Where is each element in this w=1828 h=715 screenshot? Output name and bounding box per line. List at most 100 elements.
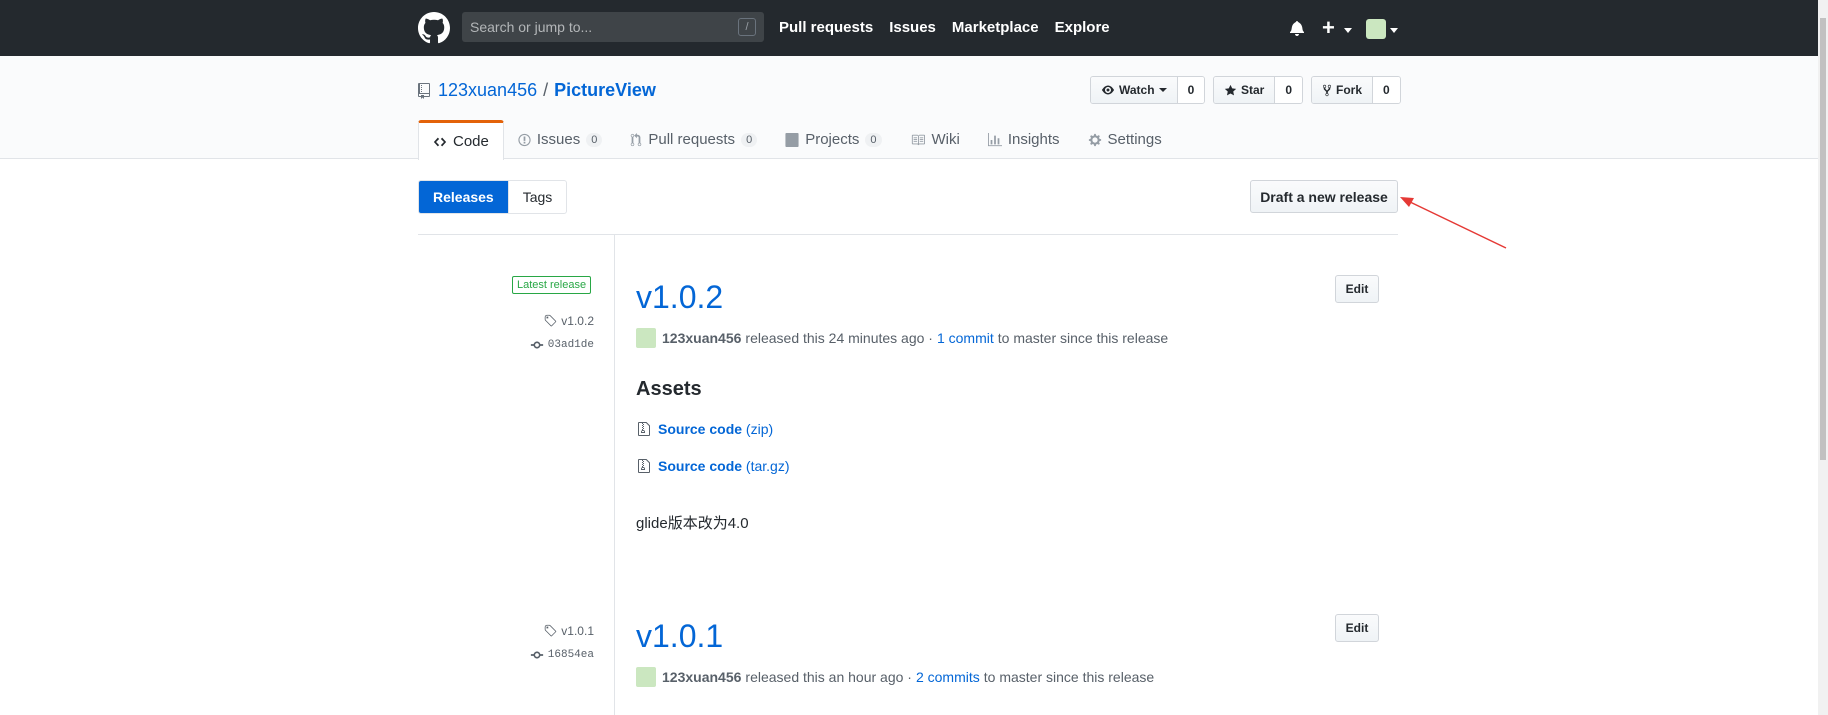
author-avatar[interactable] (636, 328, 656, 348)
release-commit[interactable]: 16854ea (530, 648, 594, 662)
tab-insights-label: Insights (1007, 131, 1060, 148)
tags-tab[interactable]: Tags (507, 181, 567, 213)
repo-header: 123xuan456 / PictureView Watch 0 Star 0 … (0, 56, 1818, 160)
asset-targz-ext: (tar.gz) (745, 458, 790, 474)
release-commit-sha: 03ad1de (547, 339, 594, 351)
eye-icon (1102, 85, 1114, 95)
project-icon (785, 132, 799, 147)
search-box[interactable]: / (462, 12, 764, 42)
edit-release-button[interactable]: Edit (1335, 275, 1379, 303)
tab-pull-requests-label: Pull requests (648, 131, 736, 148)
repo-nav: Code Issues 0 Pull requests 0 Projects 0… (418, 120, 1176, 160)
gear-icon (1088, 133, 1101, 146)
assets-heading: Assets (636, 378, 702, 400)
release-title[interactable]: v1.0.1 (636, 618, 723, 655)
asset-zip-name: Source code (658, 421, 743, 437)
star-icon (1224, 84, 1237, 95)
star-label: Star (1241, 83, 1265, 97)
tab-issues[interactable]: Issues 0 (504, 120, 616, 159)
tab-projects-label: Projects (805, 131, 860, 148)
repo-name-link[interactable]: PictureView (554, 80, 656, 101)
repo-icon (418, 82, 430, 99)
slash-shortcut-key: / (738, 18, 756, 36)
asset-zip[interactable]: Source code (zip) (638, 421, 773, 437)
asset-targz[interactable]: Source code (tar.gz) (638, 458, 790, 474)
repo-owner-link[interactable]: 123xuan456 (438, 80, 537, 101)
annotation-arrow-icon (1400, 197, 1507, 249)
notifications-bell-icon[interactable] (1290, 20, 1304, 36)
release-tag-label: v1.0.1 (561, 624, 594, 638)
release-author[interactable]: 123xuan456 (662, 330, 741, 346)
release-byline: 123xuan456 released this 24 minutes ago … (636, 328, 1168, 348)
tab-wiki-label: Wiki (931, 131, 960, 148)
user-avatar[interactable] (1366, 19, 1386, 39)
code-icon (433, 137, 447, 146)
fork-button[interactable]: Fork (1312, 77, 1374, 103)
release-author[interactable]: 123xuan456 (662, 669, 741, 685)
release-tag[interactable]: v1.0.1 (543, 624, 594, 638)
nav-issues[interactable]: Issues (889, 19, 936, 36)
book-icon (911, 134, 925, 145)
repo-title: 123xuan456 / PictureView (418, 80, 656, 101)
tab-projects-counter: 0 (865, 132, 882, 147)
fork-label: Fork (1336, 83, 1363, 97)
top-nav: Pull requests Issues Marketplace Explore (779, 19, 1110, 36)
watch-caret-icon (1158, 88, 1167, 92)
tab-issues-label: Issues (536, 131, 581, 148)
fork-group: Fork 0 (1311, 76, 1401, 104)
nav-pull-requests[interactable]: Pull requests (779, 19, 873, 36)
releases-divider (418, 234, 1398, 235)
releases-subnav: Releases Tags (418, 180, 568, 214)
asset-targz-name: Source code (658, 458, 743, 474)
fork-icon (1322, 84, 1332, 96)
search-input[interactable] (462, 12, 764, 42)
commits-link[interactable]: 1 commit (937, 330, 994, 346)
tab-projects[interactable]: Projects 0 (771, 120, 895, 159)
tab-pull-requests-counter: 0 (741, 132, 758, 147)
tab-wiki[interactable]: Wiki (896, 120, 974, 159)
author-avatar[interactable] (636, 667, 656, 687)
star-button[interactable]: Star (1214, 77, 1276, 103)
tab-code-label: Code (453, 133, 489, 150)
commits-link[interactable]: 2 commits (916, 669, 980, 685)
tab-pull-requests[interactable]: Pull requests 0 (616, 120, 771, 159)
file-zip-icon (638, 459, 650, 473)
tag-icon (545, 314, 557, 327)
tab-insights[interactable]: Insights (974, 120, 1074, 159)
create-new-plus-icon[interactable]: + (1322, 15, 1335, 41)
create-caret-icon[interactable] (1344, 28, 1352, 33)
star-group: Star 0 (1213, 76, 1304, 104)
nav-marketplace[interactable]: Marketplace (952, 19, 1039, 36)
draft-new-release-button[interactable]: Draft a new release (1250, 180, 1398, 213)
star-count[interactable]: 0 (1275, 77, 1303, 103)
watch-count[interactable]: 0 (1177, 77, 1205, 103)
tab-settings-label: Settings (1107, 131, 1162, 148)
release-tag[interactable]: v1.0.2 (543, 314, 594, 328)
pull-request-icon (631, 132, 642, 146)
fork-count[interactable]: 0 (1373, 77, 1400, 103)
release-commit[interactable]: 03ad1de (530, 338, 594, 352)
release-title[interactable]: v1.0.2 (636, 279, 723, 316)
issue-opened-icon (518, 133, 531, 146)
nav-explore[interactable]: Explore (1055, 19, 1110, 36)
release-time: released this 24 minutes ago · (745, 330, 933, 346)
edit-release-button[interactable]: Edit (1335, 614, 1379, 642)
user-menu-caret-icon[interactable] (1390, 28, 1398, 33)
asset-zip-ext: (zip) (745, 421, 774, 437)
tab-code[interactable]: Code (418, 120, 504, 160)
watch-button[interactable]: Watch (1091, 77, 1178, 103)
watch-group: Watch 0 (1090, 76, 1206, 104)
release-tag-label: v1.0.2 (561, 314, 594, 328)
github-logo-icon[interactable] (418, 12, 450, 44)
tab-issues-counter: 0 (586, 132, 603, 147)
global-header: / Pull requests Issues Marketplace Explo… (0, 0, 1828, 56)
releases-tab[interactable]: Releases (419, 181, 508, 213)
scrollbar-thumb[interactable] (1820, 18, 1826, 460)
tab-settings[interactable]: Settings (1074, 120, 1176, 159)
tag-icon (545, 624, 557, 637)
graph-icon (987, 132, 1002, 146)
release-since: to master since this release (983, 669, 1155, 685)
release-timeline-line (614, 234, 615, 715)
repo-separator: / (543, 80, 549, 100)
release-since: to master since this release (997, 330, 1169, 346)
